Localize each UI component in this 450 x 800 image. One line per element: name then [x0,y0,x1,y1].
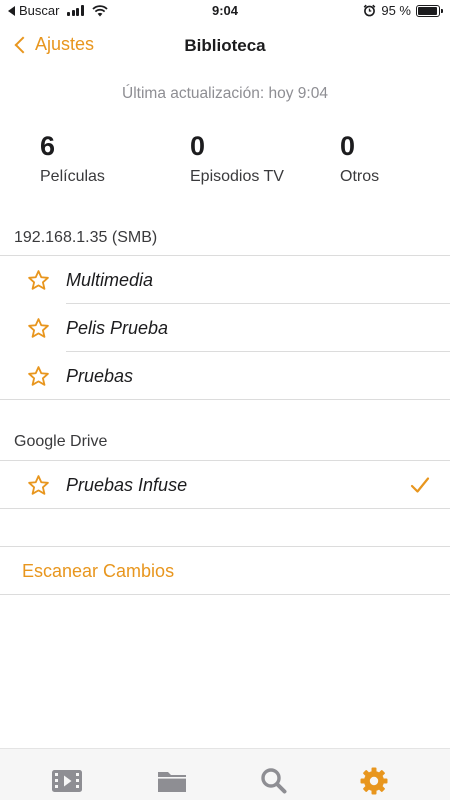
video-library-icon [52,770,82,792]
divider [0,546,450,547]
source-row-label: Pruebas [66,366,134,386]
checkmark-icon [410,477,430,493]
search-icon [261,768,287,794]
stat-label: Películas [40,168,105,185]
source-row-label: Multimedia [66,270,154,290]
navigation-bar: Ajustes Biblioteca [0,28,450,64]
tab-settings[interactable] [357,765,391,795]
star-icon[interactable] [27,474,50,497]
library-screen: Buscar 9:04 95 % Ajustes Biblioteca Últi… [0,0,450,800]
tab-search[interactable] [257,765,291,795]
scan-changes-button[interactable]: Escanear Cambios [22,561,174,582]
stat-value: 0 [190,131,206,161]
stat-others: 0 Otros [340,128,379,186]
gear-icon [360,767,388,795]
stat-movies: 6 Películas [40,128,105,186]
section-header-google-drive: Google Drive [14,433,108,450]
source-row[interactable]: Pelis Prueba [0,304,450,352]
last-update-text: Última actualización: hoy 9:04 [122,85,328,102]
source-row[interactable]: Multimedia [0,256,450,304]
divider [0,508,450,509]
folder-icon [158,772,186,792]
source-row[interactable]: Pruebas [0,352,450,400]
source-row-label: Pruebas Infuse [66,475,188,495]
section-header-smb: 192.168.1.35 (SMB) [14,229,158,246]
battery-percent: 95 % [381,3,411,18]
tab-bar [0,748,450,800]
divider [0,399,450,400]
tab-files[interactable] [155,765,189,795]
page-title: Biblioteca [184,36,266,55]
tab-library[interactable] [50,765,84,795]
stat-tv-episodes: 0 Episodios TV [190,128,284,186]
source-row-label: Pelis Prueba [66,318,169,338]
star-icon[interactable] [27,317,50,340]
status-bar-right: 95 % [363,3,443,18]
status-bar: Buscar 9:04 95 % [0,0,450,22]
divider [0,594,450,595]
stat-label: Otros [340,168,380,185]
star-icon[interactable] [27,269,50,292]
stat-value: 6 [40,131,56,161]
star-icon[interactable] [27,365,50,388]
battery-level-fill [418,6,437,15]
stat-label: Episodios TV [190,168,284,185]
stat-value: 0 [340,131,356,161]
alarm-icon [364,4,376,17]
source-row[interactable]: Pruebas Infuse [0,461,450,509]
battery-icon [416,4,443,17]
